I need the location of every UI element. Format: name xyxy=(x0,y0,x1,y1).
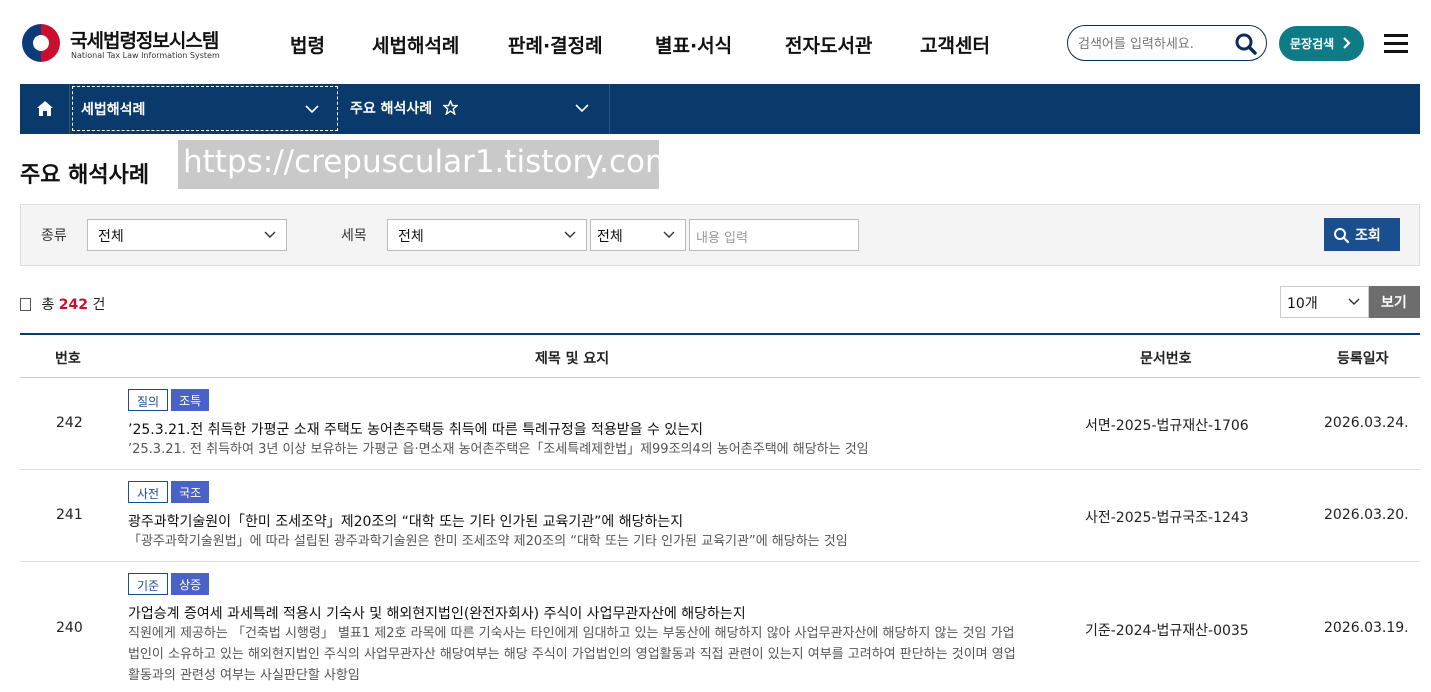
row-reg-date: 2026.03.19. xyxy=(1324,620,1409,636)
row-badges: 기준 상증 xyxy=(128,573,212,595)
header-number: 번호 xyxy=(55,351,81,367)
per-page-value: 10개 xyxy=(1287,296,1318,312)
watermark-text: https://crepuscular1.tistory.com xyxy=(178,140,675,189)
badge-type: 사전 xyxy=(128,481,169,503)
badge-type: 질의 xyxy=(128,389,169,411)
per-page-select[interactable]: 10개 xyxy=(1280,286,1369,318)
type-filter-label: 종류 xyxy=(41,228,67,244)
menu-forms[interactable]: 별표·서식 xyxy=(655,31,732,58)
logo-title: 국세법령정보시스템 xyxy=(70,30,219,52)
row-title-link[interactable]: 광주과학기술원이「한미 조세조약」제20조의 “대학 또는 기타 인가된 교육기… xyxy=(128,511,683,531)
sub-tax-select[interactable]: 전체 xyxy=(590,219,686,251)
menu-laws[interactable]: 법령 xyxy=(290,31,325,58)
subcategory-select-value: 주요 해석사례 xyxy=(350,101,433,117)
logo-emblem-icon xyxy=(22,24,60,62)
content-input[interactable]: 내용 입력 xyxy=(689,219,859,251)
subcategory-select[interactable]: 주요 해석사례 xyxy=(340,84,610,134)
header-reg-date: 등록일자 xyxy=(1337,351,1389,367)
row-summary: 직원에게 제공하는 「건축법 시행령」 별표1 제2호 라목에 따른 기숙사는 … xyxy=(128,626,1016,683)
row-summary: ’25.3.21. 전 취득하여 3년 이상 보유하는 가평군 읍·면소재 농어… xyxy=(128,442,869,457)
tax-select[interactable]: 전체 xyxy=(387,219,587,251)
menu-interpretations[interactable]: 세법해석례 xyxy=(372,31,459,58)
type-select[interactable]: 전체 xyxy=(87,219,287,251)
table-row[interactable]: 242 질의 조특 ’25.3.21.전 취득한 가평군 소재 주택도 농어촌주택… xyxy=(20,378,1420,470)
search-filter-panel: 종류 전체 세목 전체 전체 내용 입력 조회 xyxy=(20,204,1420,266)
header-search-input[interactable] xyxy=(1078,34,1228,54)
menu-precedents[interactable]: 판례·결정례 xyxy=(508,31,603,58)
result-count-number: 242 xyxy=(58,297,89,313)
badge-tax: 상증 xyxy=(171,573,210,595)
view-button[interactable]: 보기 xyxy=(1369,286,1420,318)
result-count-prefix: 총 xyxy=(41,297,55,313)
page-title: 주요 해석사례 xyxy=(20,163,150,188)
home-button[interactable] xyxy=(20,84,70,134)
favorite-star-icon[interactable] xyxy=(442,99,459,116)
row-reg-date: 2026.03.20. xyxy=(1324,507,1409,523)
chevron-down-icon xyxy=(564,231,576,238)
sentence-search-button[interactable]: 문장검색 xyxy=(1279,26,1364,61)
results-table: 번호 제목 및 요지 문서번호 등록일자 242 질의 조특 ’25.3.21.전… xyxy=(20,333,1420,692)
row-summary: 「광주과학기술원법」에 따라 설립된 광주과학기술원은 한미 조세조약 제20조… xyxy=(128,534,848,549)
row-doc-number: 기준-2024-법규재산-0035 xyxy=(1085,623,1249,639)
tax-select-value: 전체 xyxy=(398,229,424,245)
sub-tax-select-value: 전체 xyxy=(597,229,623,245)
row-number: 242 xyxy=(56,415,83,431)
table-header: 번호 제목 및 요지 문서번호 등록일자 xyxy=(20,335,1420,378)
row-title-link[interactable]: ’25.3.21.전 취득한 가평군 소재 주택도 농어촌주택등 취득에 따른 … xyxy=(128,419,703,439)
type-select-value: 전체 xyxy=(98,229,124,245)
header-title-summary: 제목 및 요지 xyxy=(535,351,610,367)
row-doc-number: 사전-2025-법규국조-1243 xyxy=(1085,510,1249,526)
tax-filter-label: 세목 xyxy=(341,228,367,244)
row-doc-number: 서면-2025-법규재산-1706 xyxy=(1085,418,1249,434)
menu-e-library[interactable]: 전자도서관 xyxy=(785,31,872,58)
sentence-search-label: 문장검색 xyxy=(1290,37,1335,51)
content-input-placeholder: 내용 입력 xyxy=(696,231,748,246)
site-header: 국세법령정보시스템 National Tax Law Information S… xyxy=(0,0,1431,84)
row-badges: 사전 국조 xyxy=(128,481,212,503)
row-title-link[interactable]: 가업승계 증여세 과세특례 적용시 기숙사 및 해외현지법인(완전자회사) 주식… xyxy=(128,603,746,623)
document-icon xyxy=(20,298,31,311)
result-count-suffix: 건 xyxy=(92,297,106,313)
category-select-value: 세법해석례 xyxy=(81,102,146,118)
search-icon[interactable] xyxy=(1234,32,1258,56)
category-select[interactable]: 세법해석례 xyxy=(72,86,338,131)
row-number: 240 xyxy=(56,620,83,636)
row-reg-date: 2026.03.24. xyxy=(1324,415,1409,431)
query-button[interactable]: 조회 xyxy=(1324,218,1400,251)
badge-tax: 조특 xyxy=(171,389,210,411)
header-search xyxy=(1067,25,1267,61)
hamburger-menu-icon[interactable] xyxy=(1384,34,1408,53)
menu-customer-center[interactable]: 고객센터 xyxy=(920,31,990,58)
home-icon xyxy=(37,101,53,116)
search-icon xyxy=(1334,228,1349,243)
chevron-down-icon xyxy=(305,105,319,114)
logo-subtitle: National Tax Law Information System xyxy=(71,51,220,60)
table-row[interactable]: 240 기준 상증 가업승계 증여세 과세특례 적용시 기숙사 및 해외현지법인(… xyxy=(20,562,1420,692)
chevron-down-icon xyxy=(663,231,675,238)
table-row[interactable]: 241 사전 국조 광주과학기술원이「한미 조세조약」제20조의 “대학 또는 기… xyxy=(20,470,1420,562)
location-bar: 세법해석례 주요 해석사례 xyxy=(20,84,1420,134)
chevron-right-icon xyxy=(1343,37,1351,49)
chevron-down-icon xyxy=(264,231,276,238)
site-logo[interactable]: 국세법령정보시스템 National Tax Law Information S… xyxy=(22,24,222,64)
row-badges: 질의 조특 xyxy=(128,389,212,411)
row-number: 241 xyxy=(56,507,83,523)
query-button-label: 조회 xyxy=(1355,228,1381,244)
chevron-down-icon xyxy=(1348,298,1360,305)
badge-type: 기준 xyxy=(128,573,169,595)
badge-tax: 국조 xyxy=(171,481,210,503)
chevron-down-icon xyxy=(575,104,589,113)
result-count: 총 242 건 xyxy=(20,294,105,314)
header-doc-number: 문서번호 xyxy=(1140,351,1192,367)
